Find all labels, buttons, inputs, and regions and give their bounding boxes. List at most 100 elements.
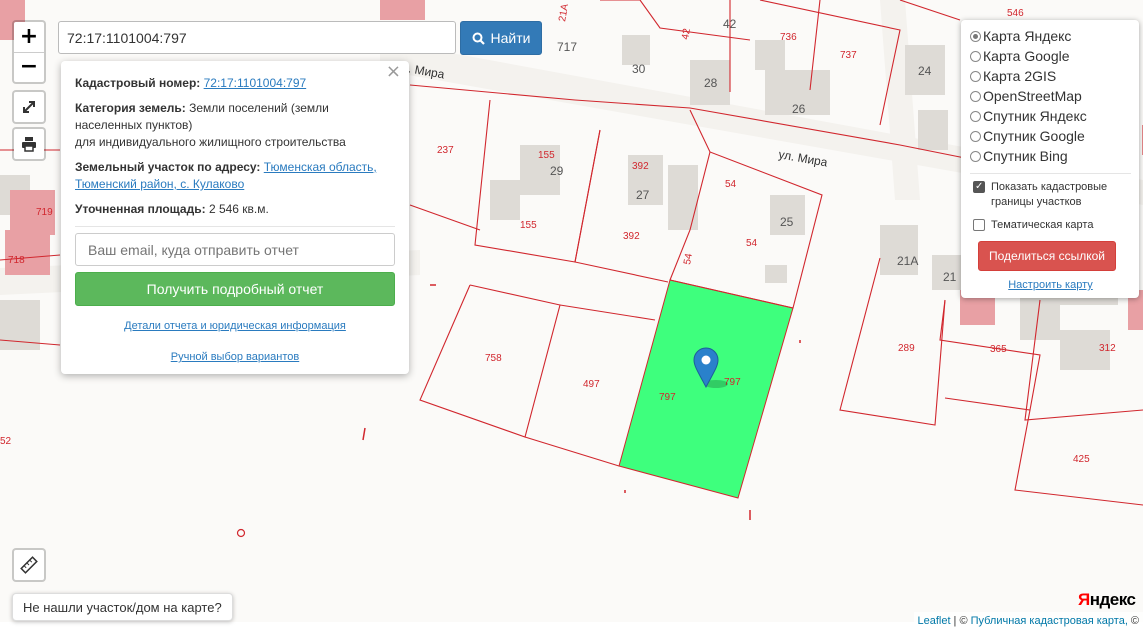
layer-option-google-map[interactable]: Карта Google — [970, 46, 1131, 66]
parcel-number: 365 — [990, 344, 1007, 355]
email-field[interactable] — [75, 233, 395, 266]
house-number: 28 — [704, 76, 718, 90]
cadastral-row: Кадастровый номер: 72:17:1101004:797 — [75, 75, 395, 92]
house-number: 21 — [943, 270, 957, 284]
radio[interactable] — [970, 130, 981, 142]
details-link[interactable]: Детали отчета и юридическая информация — [124, 320, 346, 332]
radio[interactable] — [970, 70, 981, 82]
parcel-number: 289 — [898, 343, 915, 354]
radio[interactable] — [970, 50, 981, 62]
search-input[interactable] — [58, 21, 456, 54]
layer-label: Карта Яндекс — [983, 28, 1072, 44]
address-link[interactable]: Тюменская область, — [264, 160, 377, 174]
parcel-number: 52 — [0, 436, 12, 447]
parcel-info-popup: × Кадастровый номер: 72:17:1101004:797 К… — [61, 61, 409, 374]
manual-link-row: Ручной выбор вариантов — [75, 349, 395, 366]
yandex-logo: Яндекс — [1078, 590, 1136, 610]
radio-selected[interactable] — [970, 30, 981, 42]
close-icon[interactable]: × — [386, 63, 401, 81]
fullscreen-button[interactable] — [12, 90, 46, 124]
parcel-number: 797 — [659, 392, 676, 403]
house-number: 717 — [557, 40, 577, 54]
layer-label: Карта Google — [983, 48, 1070, 64]
checkbox-label: Показать кадастровые границы участков — [991, 180, 1107, 210]
parcel-number: 155 — [520, 220, 537, 231]
find-button[interactable]: Найти — [460, 21, 542, 55]
radio[interactable] — [970, 150, 981, 162]
logo-letter: Я — [1078, 590, 1090, 609]
print-icon — [14, 129, 44, 159]
address-link[interactable]: Тюменский район, с. Кулаково — [75, 177, 244, 191]
layer-option-bing-satellite[interactable]: Спутник Bing — [970, 146, 1131, 166]
layer-label: Спутник Яндекс — [983, 108, 1087, 124]
layer-label: Спутник Bing — [983, 148, 1068, 164]
area-row: Уточненная площадь: 2 546 кв.м. — [75, 201, 395, 218]
parcel-number: 497 — [583, 379, 600, 390]
parcel-number: 237 — [437, 145, 454, 156]
layer-option-yandex-map[interactable]: Карта Яндекс — [970, 26, 1131, 46]
share-link-button[interactable]: Поделиться ссылкой — [978, 241, 1116, 271]
get-report-button[interactable]: Получить подробный отчет — [75, 272, 395, 306]
house-number: 26 — [792, 102, 806, 116]
minus-icon[interactable]: − — [14, 52, 44, 82]
thematic-map-checkbox[interactable]: Тематическая карта — [970, 218, 1131, 233]
divider — [970, 173, 1131, 174]
radio[interactable] — [970, 110, 981, 122]
not-found-label: Не нашли участок/дом на карте? — [23, 599, 222, 615]
layer-label: Спутник Google — [983, 128, 1085, 144]
parcel-number: 425 — [1073, 454, 1090, 465]
expand-icon — [14, 92, 44, 122]
ruler-icon — [14, 550, 44, 580]
zoom-control: + − — [12, 20, 46, 84]
layer-label: OpenStreetMap — [983, 88, 1082, 104]
checkbox-label: Тематическая карта — [991, 219, 1094, 231]
house-number: 27 — [636, 188, 650, 202]
checkbox-label-line: Показать кадастровые — [991, 181, 1108, 193]
radio[interactable] — [970, 90, 981, 102]
attribution: Leaflet | © Публичная кадастровая карта,… — [913, 612, 1143, 629]
parcel-number: 546 — [1007, 8, 1024, 19]
layer-option-2gis-map[interactable]: Карта 2GIS — [970, 66, 1131, 86]
attribution-copyright: © — [1130, 614, 1139, 627]
house-number: 42 — [723, 17, 737, 31]
parcel-number: 737 — [840, 50, 857, 61]
manual-selection-link[interactable]: Ручной выбор вариантов — [171, 351, 299, 363]
cadastral-label: Кадастровый номер: — [75, 76, 201, 90]
plus-icon[interactable]: + — [14, 22, 44, 52]
parcel-number: 392 — [623, 231, 640, 242]
checkbox-label-line: границы участков — [991, 196, 1082, 208]
parcel-number: 54 — [725, 179, 737, 190]
ruler-button[interactable] — [12, 548, 46, 582]
cadastral-number-link[interactable]: 72:17:1101004:797 — [204, 76, 307, 90]
parcel-number: 718 — [8, 255, 25, 266]
checkbox-checked[interactable] — [973, 179, 985, 194]
not-found-button[interactable]: Не нашли участок/дом на карте? — [12, 593, 233, 621]
parcel-number: 758 — [485, 353, 502, 364]
show-boundaries-checkbox[interactable]: Показать кадастровые границы участков — [970, 179, 1131, 210]
attribution-sep: | © — [953, 614, 968, 627]
parcel-number: 392 — [632, 161, 649, 172]
category-text: для индивидуального жилищного строительс… — [75, 135, 346, 149]
leaflet-link[interactable]: Leaflet — [918, 615, 951, 627]
layers-panel: Карта Яндекс Карта Google Карта 2GIS Ope… — [961, 20, 1139, 298]
area-label: Уточненная площадь: — [75, 202, 206, 216]
details-link-row: Детали отчета и юридическая информация — [75, 318, 395, 335]
share-link-label: Поделиться ссылкой — [989, 249, 1105, 263]
category-label: Категория земель: — [75, 101, 186, 115]
layer-option-google-satellite[interactable]: Спутник Google — [970, 126, 1131, 146]
address-label: Земельный участок по адресу: — [75, 160, 261, 174]
layer-option-osm[interactable]: OpenStreetMap — [970, 86, 1131, 106]
parcel-number: 736 — [780, 32, 797, 43]
category-row: Категория земель: Земли поселений (земли… — [75, 100, 395, 151]
parcel-number: 719 — [36, 207, 53, 218]
house-number: 24 — [918, 64, 932, 78]
checkbox[interactable] — [973, 219, 985, 231]
print-button[interactable] — [12, 127, 46, 161]
parcel-number: 155 — [538, 150, 555, 161]
layer-label: Карта 2GIS — [983, 68, 1057, 84]
logo-text: ндекс — [1089, 590, 1136, 609]
pkk-link[interactable]: Публичная кадастровая карта, — [971, 615, 1128, 627]
setup-map-link[interactable]: Настроить карту — [970, 279, 1131, 291]
layer-option-yandex-satellite[interactable]: Спутник Яндекс — [970, 106, 1131, 126]
address-row: Земельный участок по адресу: Тюменская о… — [75, 159, 395, 193]
